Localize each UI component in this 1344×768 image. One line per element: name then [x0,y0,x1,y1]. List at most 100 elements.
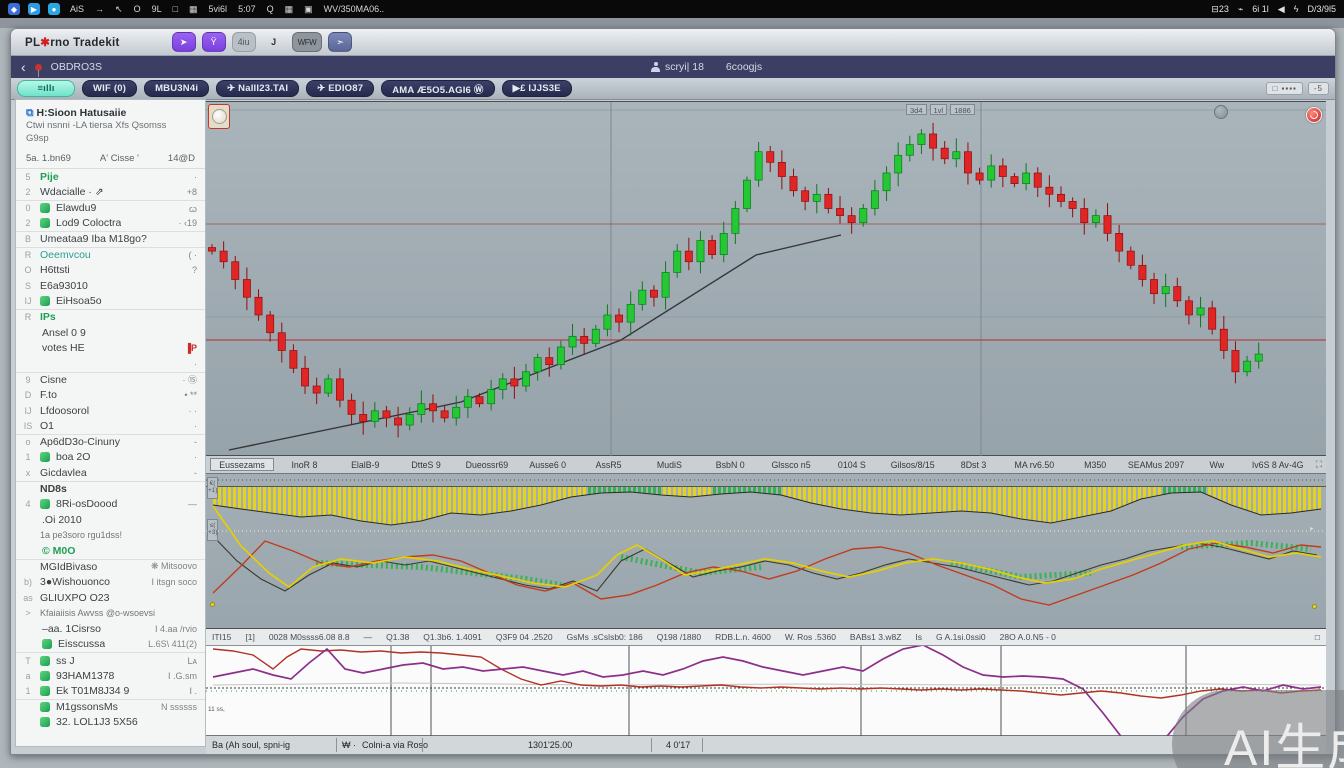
wfw-button[interactable]: WFW [292,32,323,52]
indicator-end-icon[interactable]: □ [1315,632,1320,642]
sidebar-row-10[interactable]: Ansel 0 9 [16,325,205,341]
green-square-icon [42,639,52,649]
j-label[interactable]: J [262,32,286,52]
edio-button[interactable]: ✈ EDIO87 [306,80,374,97]
taskbar-item-10[interactable]: ▦ [285,4,294,15]
row-index: R [22,312,34,322]
sidebar-row-13[interactable]: 9Cisne· ⑮ [16,372,205,388]
sidebar-row-22[interactable]: .Oi 2010 [16,512,205,528]
taskbar-item-12[interactable]: WV/350MA06.. [324,4,385,15]
sidebar-row-35[interactable]: 32. LOL1J3 5X56 [16,715,205,731]
user-label[interactable]: scryi| 18 [665,61,704,73]
sidebar-row-12[interactable]: · [16,356,205,372]
back-button[interactable]: ‹ [21,60,26,74]
sidebar-row-5[interactable]: ROeemvcou( · [16,247,205,263]
sidebar-row-14[interactable]: DF.to• ** [16,387,205,403]
share-button[interactable]: ➣ [328,32,352,52]
status-divider [336,738,337,752]
sidebar-row-28[interactable]: >Kfaiaiisis Awvss @o-wsoevsi [16,605,205,621]
app-icon-2[interactable]: ▶ [28,3,40,15]
taskbar-item-6[interactable]: ▦ [189,4,198,15]
tray-item-3: ◀ [1278,4,1285,15]
row-label: Pije [40,171,59,183]
sidebar-row-32[interactable]: a93HAM1378I .G.sm [16,668,205,684]
period-tag-1[interactable]: 1vl [930,104,948,115]
app-button[interactable]: Ÿ [202,32,226,52]
sidebar-tab-3[interactable]: 14@D [168,153,195,164]
sidebar-row-30[interactable]: EisscussaL.6S\ 411(2) [16,637,205,653]
axis-expand-icon[interactable]: ⛶ [1308,459,1322,470]
period-tag-2[interactable]: 1886 [950,104,975,115]
sidebar-row-15[interactable]: IJLfdoosorol· · [16,403,205,419]
row-value: I .G.sm [168,671,197,681]
sidebar-row-20[interactable]: ND8s [16,481,205,497]
taskbar-item-11[interactable]: ▣ [304,4,313,15]
sidebar-row-23[interactable]: 1a pe3soro rgu1dss! [16,527,205,543]
axis-label-10: 0104 S [821,460,882,470]
sidebar-row-34[interactable]: M1gssonsMsN ssssss [16,699,205,715]
titlebar-buttons: ➤ Ÿ 4iu J WFW➣ [172,32,353,52]
axis-label-4: Dueossr69 [456,460,517,470]
sidebar-row-6[interactable]: OH6ttsti? [16,262,205,278]
sidebar-row-18[interactable]: 1boa 2O· [16,449,205,465]
row-label: ss J [56,655,75,667]
ijj-button[interactable]: ▶£ IJJS3E [502,80,572,97]
taskbar-item-8[interactable]: 5:07 [238,4,256,15]
sidebar-row-0[interactable]: 5Pije· [16,169,205,185]
sidebar-row-9[interactable]: RIPs [16,309,205,325]
row-index: S [22,281,34,291]
chart-knob-button[interactable] [1214,105,1228,119]
wif-button[interactable]: WIF (0) [82,80,137,97]
mbu-button[interactable]: MBU3N4i [144,80,209,97]
taskbar-item-4[interactable]: 9L [152,4,162,15]
ghost-button[interactable]: 4iu [232,32,256,52]
pager-dots[interactable]: □ ▪▪▪▪ [1266,82,1302,95]
app-icon-3[interactable]: ● [48,3,60,15]
sidebar-row-26[interactable]: b)3●WishouoncoI itsgn soco [16,574,205,590]
sidebar-row-3[interactable]: 2Lod9 Coloctra· ‹19 [16,216,205,232]
panel-arrow-icon[interactable]: ‣ [1309,524,1314,535]
sidebar-row-27[interactable]: asGLIUXPO O23 [16,590,205,606]
sidebar-row-25[interactable]: MGIdBivaso❋ Mitsoovo [16,559,205,575]
sidebar-row-1[interactable]: 2Wdacialle · ⇗+8 [16,184,205,200]
sidebar-row-21[interactable]: 48Ri-osDoood— [16,496,205,512]
sidebar-row-24[interactable]: © M0O [16,543,205,559]
sidebar-row-17[interactable]: oAp6dD3o-Cinuny- [16,434,205,450]
period-tag-0[interactable]: 3d4 [906,104,927,115]
main-chart-panel[interactable]: 3d41vl1886 [206,101,1326,456]
panel-scroll-button-mid[interactable]: ≤(+3) [207,519,218,541]
taskbar-item-2[interactable]: ↖ [115,4,123,15]
sidebar-row-8[interactable]: IJEiHsoa5o [16,294,205,310]
sidebar-row-31[interactable]: Tss JLᴀ [16,652,205,668]
sidebar-row-11[interactable]: votes HE▐P [16,340,205,356]
sidebar-row-33[interactable]: 1Ek T01M8J34 9I . [16,683,205,699]
sidebar-row-16[interactable]: ISO1· [16,418,205,434]
chart-close-button[interactable] [1306,107,1322,123]
sidebar-row-2[interactable]: 0Elawdu9ꞷ [16,200,205,216]
pager-mini-button[interactable]: -5 [1308,82,1329,95]
sidebar-row-19[interactable]: xGicdavlea- [16,465,205,481]
taskbar-item-3[interactable]: O [134,4,141,15]
indicator-token-0: ITI15 [212,632,231,642]
taskbar-item-0[interactable]: AiS [70,4,84,15]
chart-symbol-badge[interactable] [208,104,230,129]
nai-button[interactable]: ✈ NaIII23.TAI [216,80,299,97]
taskbar-item-9[interactable]: Q [267,4,274,15]
taskbar-item-1[interactable]: → [95,4,104,15]
sidebar-row-7[interactable]: SE6a93010 [16,278,205,294]
sidebar-row-4[interactable]: BUmeataa9 Iba M18go? [16,231,205,247]
taskbar-item-5[interactable]: □ [173,4,178,15]
sidebar-row-29[interactable]: –aa. 1CisrsoI 4.aa /rvio [16,621,205,637]
sidebar-tab-1[interactable]: 5a. 1.bn69 [26,153,71,164]
window-title: PL✱rno Tradekit [25,35,120,49]
active-view-button[interactable]: ≡ıllı [17,80,75,97]
sidebar-tab-2[interactable]: A' Cisse ' [100,153,139,164]
macd-panel[interactable]: €(+1) ≤(+3) ‣ [206,474,1326,629]
ama-button[interactable]: AMA Æ5O5.AGI6 Ⓦ [381,80,494,97]
nav-center-right[interactable]: 6coogjs [726,61,762,73]
send-button[interactable]: ➤ [172,32,196,52]
panel-scroll-button-top[interactable]: €(+1) [207,477,218,499]
oscillator-panel[interactable]: 11 ss, [206,646,1326,736]
taskbar-item-7[interactable]: 5vi6l [209,4,228,15]
app-icon-1[interactable]: ◆ [8,3,20,15]
